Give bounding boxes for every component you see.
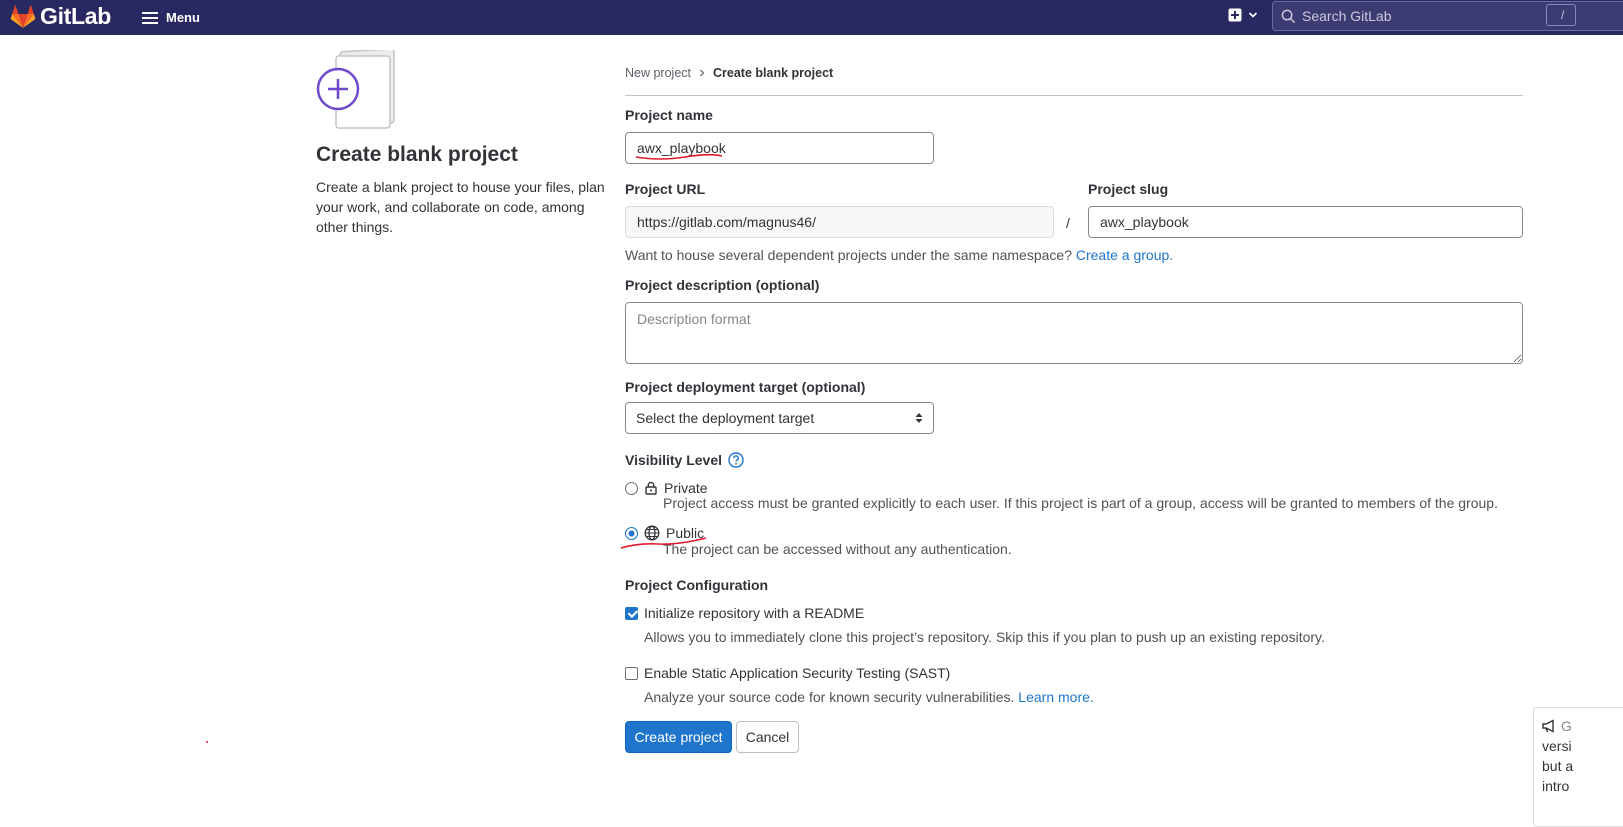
visibility-public-radio[interactable] <box>625 526 638 540</box>
menu-button[interactable]: Menu <box>142 0 200 35</box>
broadcast-line-4: intro <box>1542 778 1570 794</box>
sast-help: Analyze your source code for known secur… <box>644 689 1094 705</box>
project-url-label: Project URL <box>625 181 706 197</box>
project-description-textarea[interactable] <box>625 302 1523 364</box>
sast-option[interactable]: Enable Static Application Security Testi… <box>625 665 950 681</box>
readme-label: Initialize repository with a README <box>644 605 865 621</box>
visibility-level-label: Visibility Level <box>625 452 723 468</box>
project-name-label: Project name <box>625 107 713 123</box>
broadcast-line-2: versi <box>1542 738 1572 754</box>
logo-text: GitLab <box>40 3 112 29</box>
project-name-input[interactable]: awx_playbook <box>625 132 934 164</box>
visibility-private-label: Private <box>664 480 708 496</box>
chevron-down-icon <box>1248 12 1258 18</box>
breadcrumb-current[interactable]: Create blank project <box>713 66 833 80</box>
plus-square-icon <box>1228 8 1242 22</box>
readme-option[interactable]: Initialize repository with a README <box>625 605 864 621</box>
create-project-button[interactable]: Create project <box>625 721 732 753</box>
project-configuration-label: Project Configuration <box>625 577 769 593</box>
broadcast-line-3: but a <box>1542 758 1574 774</box>
visibility-private-option[interactable]: Private <box>625 480 708 496</box>
megaphone-icon <box>1542 719 1554 733</box>
menu-label: Menu <box>166 10 200 25</box>
broadcast-message[interactable]: G versi but a intro <box>1533 707 1623 827</box>
readme-description: Allows you to immediately clone this pro… <box>644 629 1325 645</box>
breadcrumb: New project Create blank project <box>625 66 833 80</box>
search-placeholder: Search GitLab <box>1302 8 1392 24</box>
learn-more-link[interactable]: Learn more. <box>1018 689 1093 705</box>
page-description: Create a blank project to house your fil… <box>316 179 605 235</box>
annotation-dot <box>206 741 208 743</box>
visibility-private-radio[interactable] <box>625 481 638 495</box>
breadcrumb-new-project[interactable]: New project <box>625 66 691 80</box>
readme-checkbox[interactable] <box>625 606 638 620</box>
sast-label: Enable Static Application Security Testi… <box>644 665 951 681</box>
deployment-target-select[interactable]: Select the deployment target <box>625 402 934 434</box>
blank-project-illustration <box>316 48 395 129</box>
visibility-public-description: The project can be accessed without any … <box>663 541 1012 557</box>
visibility-public-option[interactable]: Public <box>625 525 704 541</box>
hamburger-icon <box>142 11 158 24</box>
visibility-private-description: Project access must be granted explicitl… <box>663 495 1498 511</box>
create-group-link[interactable]: Create a group. <box>1076 247 1173 263</box>
gitlab-logo[interactable]: GitLab <box>10 3 111 30</box>
chevron-right-icon <box>700 69 705 77</box>
project-slug-label: Project slug <box>1088 181 1169 197</box>
cancel-button[interactable]: Cancel <box>736 721 799 753</box>
broadcast-header: G <box>1542 716 1623 736</box>
search-icon <box>1281 9 1296 23</box>
lock-icon <box>645 481 657 495</box>
deployment-target-label: Project deployment target (optional) <box>625 379 866 395</box>
namespace-help-text: Want to house several dependent projects… <box>625 247 1072 263</box>
broadcast-line-1: G <box>1561 718 1572 734</box>
sast-description: Analyze your source code for known secur… <box>644 689 1015 705</box>
question-circle-icon[interactable] <box>728 452 744 468</box>
search-shortcut-hint: / <box>1546 4 1576 26</box>
namespace-help: Want to house several dependent projects… <box>625 247 1173 263</box>
project-description-label: Project description (optional) <box>625 277 820 293</box>
visibility-level-heading: Visibility Level <box>625 452 744 468</box>
project-url-input[interactable]: https://gitlab.com/magnus46/ <box>625 206 1054 238</box>
globe-icon <box>644 525 660 541</box>
select-arrows-icon <box>915 413 923 423</box>
top-navbar: GitLab Menu Search GitLab / <box>0 0 1623 35</box>
gitlab-tanuki-icon <box>10 4 36 28</box>
project-slug-input[interactable]: awx_playbook <box>1088 206 1523 238</box>
breadcrumb-divider <box>625 95 1523 96</box>
page-title: Create blank project <box>316 143 518 166</box>
url-separator: / <box>1066 215 1070 231</box>
visibility-public-label: Public <box>666 525 705 541</box>
deployment-target-selected: Select the deployment target <box>636 410 815 426</box>
sast-checkbox[interactable] <box>625 666 638 680</box>
new-dropdown-button[interactable] <box>1228 8 1258 22</box>
new-project-illustration <box>316 48 396 130</box>
